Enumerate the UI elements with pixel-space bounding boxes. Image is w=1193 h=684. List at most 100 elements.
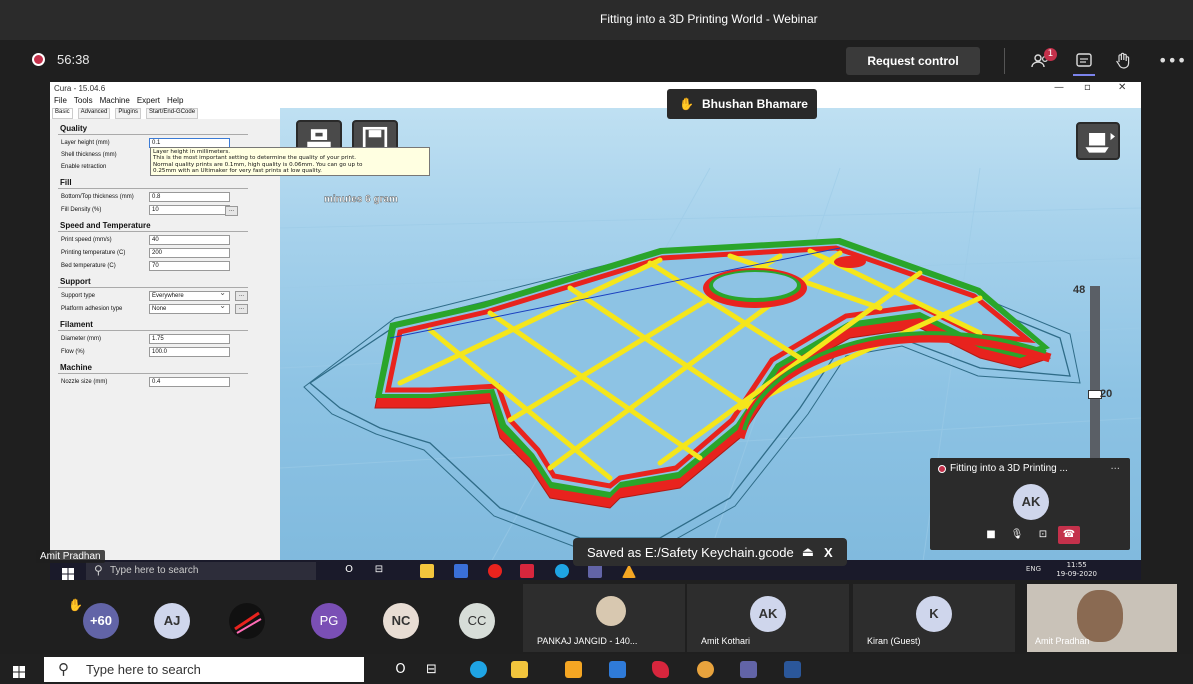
menu-expert[interactable]: Expert (137, 96, 160, 108)
windows-logo-icon[interactable] (13, 663, 25, 678)
cura-tabs: Basic Advanced Plugins Start/End-GCode (52, 108, 199, 119)
section-quality: Quality (60, 124, 88, 133)
fill-density-input[interactable]: 10 (149, 205, 230, 215)
share-icon[interactable]: ⊡ (1032, 526, 1054, 544)
adhesion-select[interactable]: None (149, 302, 230, 314)
avatar: AK (750, 596, 786, 632)
participant-name-overlay: Amit Pradhan (36, 550, 105, 563)
mic-icon[interactable]: 🎙 (1006, 526, 1028, 544)
explorer-icon[interactable] (511, 661, 528, 678)
adhesion-more-button[interactable]: ... (235, 304, 248, 314)
avatar[interactable] (229, 603, 265, 639)
diameter-input[interactable]: 1.75 (149, 334, 230, 344)
close-icon[interactable]: ✕ (1118, 82, 1126, 93)
bed-temp-input[interactable]: 70 (149, 261, 230, 271)
mail-icon[interactable] (609, 661, 626, 678)
avatar[interactable]: NC (383, 603, 419, 639)
menu-file[interactable]: File (54, 96, 67, 108)
participant-name: PANKAJ JANGID - 140... (537, 636, 638, 646)
toast-text: Saved as E:/Safety Keychain.gcode (587, 544, 794, 560)
participant-video (1077, 590, 1123, 642)
tab-plugins[interactable]: Plugins (115, 108, 142, 119)
participant-photo (596, 596, 626, 626)
tooltip-line: 0.25mm with an Ultimaker for very fast p… (153, 167, 322, 174)
explorer-icon (420, 564, 434, 578)
app-icon (520, 564, 534, 578)
mini-more-icon[interactable]: ... (1110, 461, 1120, 472)
chrome-icon[interactable] (697, 661, 714, 678)
app-icon (454, 564, 468, 578)
bottom-top-input[interactable]: 0.8 (149, 192, 230, 202)
hangup-icon[interactable]: ☎ (1058, 526, 1080, 544)
print-speed-input[interactable]: 40 (149, 235, 230, 245)
tab-gcode[interactable]: Start/End-GCode (146, 108, 199, 119)
label-flow: Flow (%) (61, 349, 85, 355)
participant-tile[interactable]: PANKAJ JANGID - 140... (523, 584, 685, 652)
section-speed: Speed and Temperature (60, 221, 151, 230)
layer-height-tooltip: Layer height in millimeters. This is the… (150, 147, 430, 177)
participants-badge: 1 (1044, 48, 1057, 61)
label-enable-retraction: Enable retraction (61, 164, 107, 170)
raise-hand-icon: ✋ (68, 598, 83, 612)
avatar[interactable]: PG (311, 603, 347, 639)
recording-icon (938, 465, 946, 473)
participant-video-tile[interactable]: Amit Pradhan (1027, 584, 1177, 652)
view-mode-button[interactable] (1076, 122, 1120, 160)
presenter-tag: ✋ Bhushan Bhamare (667, 89, 817, 119)
task-view-icon: ⊟ (374, 564, 384, 575)
task-view-icon[interactable]: ⊟ (423, 661, 440, 678)
label-print-speed: Print speed (mm/s) (61, 237, 112, 243)
raise-hand-icon[interactable] (1112, 50, 1134, 72)
chat-icon[interactable] (1073, 50, 1095, 72)
label-shell-thickness: Shell thickness (mm) (61, 152, 117, 158)
toast-close-button[interactable]: X (824, 545, 833, 560)
minimize-icon[interactable]: — (1054, 82, 1064, 93)
label-print-temp: Printing temperature (C) (61, 250, 126, 256)
shared-clock: 11:55 19-09-2020 (1056, 561, 1097, 579)
participant-tile[interactable]: AK Amit Kothari (687, 584, 849, 652)
more-options-icon[interactable]: ••• (1158, 50, 1186, 72)
maximize-icon[interactable]: ▫ (1084, 82, 1091, 93)
presenter-name: Bhushan Bhamare (701, 97, 808, 111)
request-control-button[interactable]: Request control (846, 47, 980, 75)
overflow-participants[interactable]: +60 (83, 603, 119, 639)
avatar[interactable]: CC (459, 603, 495, 639)
participant-name: Kiran (Guest) (867, 636, 921, 646)
camera-icon[interactable]: ■ (980, 526, 1002, 544)
windows-logo-icon (62, 565, 74, 580)
support-type-more-button[interactable]: ... (235, 291, 248, 301)
teams-icon[interactable] (740, 661, 757, 678)
layer-current-label: 20 (1100, 388, 1113, 400)
section-divider (58, 134, 248, 135)
avatar[interactable]: AJ (154, 603, 190, 639)
edge-icon[interactable] (470, 661, 487, 678)
section-machine: Machine (60, 363, 93, 372)
saved-toast: Saved as E:/Safety Keychain.gcode ⏏ X (573, 538, 847, 566)
search-icon: ⚲ (58, 661, 69, 678)
clock-time: 11:55 (1066, 561, 1087, 569)
mini-meeting-window[interactable]: Fitting into a 3D Printing ... ... AK ■ … (930, 458, 1130, 550)
label-bottom-top: Bottom/Top thickness (mm) (61, 194, 134, 200)
cortana-icon[interactable]: O (392, 661, 409, 678)
tab-basic[interactable]: Basic (52, 108, 73, 119)
taskbar-search-input[interactable]: ⚲ Type here to search (44, 657, 364, 682)
menu-help[interactable]: Help (167, 96, 183, 108)
nozzle-input[interactable]: 0.4 (149, 377, 230, 387)
print-temp-input[interactable]: 200 (149, 248, 230, 258)
tab-advanced[interactable]: Advanced (77, 108, 111, 119)
eject-icon[interactable]: ⏏ (802, 544, 814, 560)
recording-icon (32, 53, 45, 66)
menu-machine[interactable]: Machine (100, 96, 130, 108)
support-type-select[interactable]: Everywhere (149, 289, 230, 301)
store-icon[interactable] (565, 661, 582, 678)
label-layer-height: Layer height (mm) (61, 140, 110, 146)
word-icon[interactable] (784, 661, 801, 678)
flow-input[interactable]: 100.0 (149, 347, 230, 357)
fill-density-more-button[interactable]: ... (225, 206, 238, 216)
section-divider (58, 231, 248, 232)
window-titlebar: Fitting into a 3D Printing World - Webin… (0, 0, 1193, 40)
menu-tools[interactable]: Tools (74, 96, 93, 108)
app-icon[interactable] (652, 661, 669, 678)
participant-tile[interactable]: K Kiran (Guest) (853, 584, 1015, 652)
avatar: AK (1013, 484, 1049, 520)
